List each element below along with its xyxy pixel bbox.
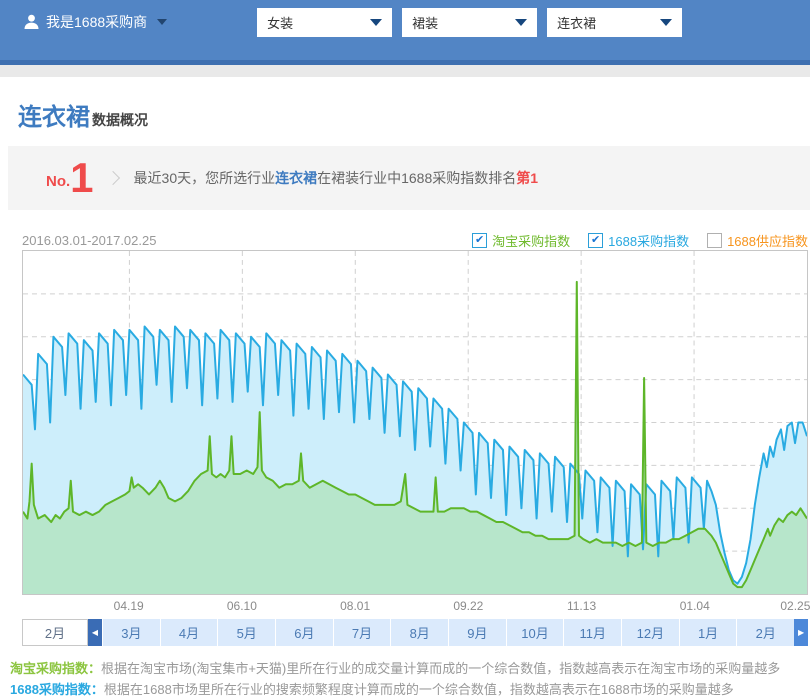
dropdown-value: 裙装 bbox=[412, 13, 438, 32]
month-tab-11[interactable]: 1月 bbox=[679, 619, 737, 646]
rank-number-badge: No. 1 bbox=[46, 159, 94, 197]
chart-header: 2016.03.01-2017.02.25 ✔ 淘宝采购指数 ✔ 1688采购指数 16… bbox=[22, 230, 808, 250]
chevron-down-icon bbox=[515, 19, 527, 26]
x-tick-label: 06.10 bbox=[227, 599, 257, 613]
user-label: 我是1688采购商 bbox=[46, 12, 147, 32]
x-tick-label: 02.25 bbox=[780, 599, 810, 613]
rank-text-before: 最近30天，您所选行业 bbox=[134, 170, 276, 186]
chart-section: 2016.03.01-2017.02.25 ✔ 淘宝采购指数 ✔ 1688采购指数 16… bbox=[0, 230, 810, 700]
month-tab-6[interactable]: 8月 bbox=[390, 619, 448, 646]
rank-no-prefix: No. bbox=[46, 173, 70, 190]
month-scroll-right-icon[interactable]: ▶ bbox=[794, 619, 808, 646]
legend-label: 1688采购指数 bbox=[608, 231, 689, 250]
page-title-suffix: 数据概况 bbox=[92, 110, 148, 130]
legend-item-3[interactable]: 1688供应指数 bbox=[707, 231, 808, 250]
top-bar: 我是1688采购商 女装 裙装 连衣裙 bbox=[0, 0, 810, 65]
x-axis-labels: 04.19 06.10 08.01 09.22 11.13 01.04 02.25 bbox=[22, 595, 808, 617]
caret-down-icon bbox=[157, 19, 167, 25]
date-range-label: 2016.03.01-2017.02.25 bbox=[22, 233, 156, 248]
rank-text-middle: 在裙装行业中1688采购指数排名 bbox=[317, 170, 516, 186]
footnote-2: 1688采购指数：根据在1688市场里所在行业的搜索频繁程度计算而成的一个综合数… bbox=[10, 679, 810, 700]
dropdown-value: 连衣裙 bbox=[557, 13, 596, 32]
page-title: 连衣裙 数据概况 bbox=[18, 97, 810, 132]
x-tick-label: 01.04 bbox=[680, 599, 710, 613]
month-tab-12[interactable]: 2月 bbox=[736, 619, 794, 646]
month-scroll-left-icon[interactable]: ◀ bbox=[88, 619, 102, 646]
month-tab-2[interactable]: 4月 bbox=[160, 619, 218, 646]
dropdown-category-level3[interactable]: 连衣裙 bbox=[547, 8, 682, 37]
month-selector-bar: 2月◀3月4月5月6月7月8月9月10月11月12月1月2月▶ bbox=[22, 619, 808, 646]
dropdown-category-level1[interactable]: 女装 bbox=[257, 8, 392, 37]
month-tab-5[interactable]: 7月 bbox=[333, 619, 391, 646]
rank-number: 1 bbox=[70, 159, 93, 197]
footnote-desc: 根据在1688市场里所在行业的搜索频繁程度计算而成的一个综合数值，指数越高表示在… bbox=[104, 682, 734, 697]
checkbox-checked-icon[interactable]: ✔ bbox=[472, 233, 487, 248]
page-title-keyword: 连衣裙 bbox=[18, 97, 90, 132]
rank-text-rank: 第1 bbox=[516, 170, 538, 186]
footnote-term: 淘宝采购指数： bbox=[10, 661, 101, 676]
main-content: 连衣裙 数据概况 No. 1 最近30天，您所选行业连衣裙在裙装行业中1688采… bbox=[0, 97, 810, 700]
checkbox-unchecked-icon[interactable] bbox=[707, 233, 722, 248]
x-tick-label: 08.01 bbox=[340, 599, 370, 613]
chart-plot-area[interactable] bbox=[22, 250, 808, 595]
month-tab-7[interactable]: 9月 bbox=[448, 619, 506, 646]
month-current[interactable]: 2月 bbox=[22, 619, 88, 646]
legend-label: 淘宝采购指数 bbox=[492, 231, 570, 250]
footnote-desc: 根据在淘宝市场(淘宝集市+天猫)里所在行业的成交量计算而成的一个综合数值，指数越… bbox=[101, 661, 780, 676]
footnote-1: 淘宝采购指数：根据在淘宝市场(淘宝集市+天猫)里所在行业的成交量计算而成的一个综… bbox=[10, 658, 810, 679]
category-selects: 女装 裙装 连衣裙 bbox=[257, 8, 682, 37]
legend-label: 1688供应指数 bbox=[727, 231, 808, 250]
month-tab-3[interactable]: 5月 bbox=[217, 619, 275, 646]
x-tick-label: 04.19 bbox=[114, 599, 144, 613]
month-tab-8[interactable]: 10月 bbox=[506, 619, 564, 646]
chevron-right-icon bbox=[105, 171, 119, 185]
chart-legend: ✔ 淘宝采购指数 ✔ 1688采购指数 1688供应指数 bbox=[472, 231, 808, 250]
divider-strip bbox=[0, 65, 810, 77]
rank-banner: No. 1 最近30天，您所选行业连衣裙在裙装行业中1688采购指数排名第1 bbox=[8, 146, 810, 210]
legend-item-2[interactable]: ✔ 1688采购指数 bbox=[588, 231, 689, 250]
dropdown-category-level2[interactable]: 裙装 bbox=[402, 8, 537, 37]
x-tick-label: 09.22 bbox=[453, 599, 483, 613]
x-tick-label: 11.13 bbox=[567, 599, 596, 613]
month-tab-4[interactable]: 6月 bbox=[275, 619, 333, 646]
index-footnotes: 淘宝采购指数：根据在淘宝市场(淘宝集市+天猫)里所在行业的成交量计算而成的一个综… bbox=[10, 658, 810, 700]
index-trend-chart bbox=[23, 251, 807, 594]
month-tab-9[interactable]: 11月 bbox=[563, 619, 621, 646]
user-menu[interactable]: 我是1688采购商 bbox=[24, 12, 167, 32]
legend-item-1[interactable]: ✔ 淘宝采购指数 bbox=[472, 231, 570, 250]
chevron-down-icon bbox=[660, 19, 672, 26]
rank-text-keyword: 连衣裙 bbox=[275, 170, 317, 186]
month-tab-10[interactable]: 12月 bbox=[621, 619, 679, 646]
rank-banner-text: 最近30天，您所选行业连衣裙在裙装行业中1688采购指数排名第1 bbox=[134, 168, 539, 188]
dropdown-value: 女装 bbox=[267, 13, 293, 32]
footnote-term: 1688采购指数： bbox=[10, 682, 104, 697]
user-icon bbox=[24, 14, 39, 30]
checkbox-checked-icon[interactable]: ✔ bbox=[588, 233, 603, 248]
month-tab-1[interactable]: 3月 bbox=[102, 619, 160, 646]
chevron-down-icon bbox=[370, 19, 382, 26]
